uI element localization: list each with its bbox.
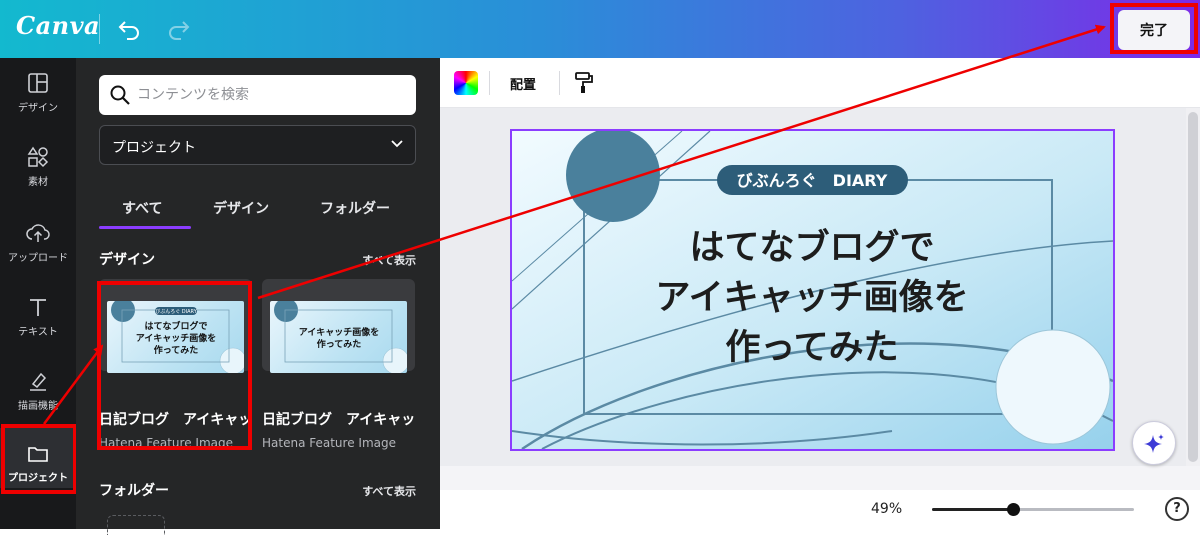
editor-toolbar: 配置 bbox=[440, 58, 1200, 108]
magic-assistant-button[interactable] bbox=[1132, 421, 1176, 465]
rail-item-elements[interactable]: 素材 bbox=[0, 146, 76, 212]
color-swatch-button[interactable] bbox=[454, 71, 478, 95]
thumbnail-art: アイキャッチ画像を 作ってみた bbox=[274, 301, 407, 373]
done-highlight-box bbox=[1110, 3, 1198, 54]
draw-icon bbox=[30, 372, 47, 391]
project-select[interactable]: プロジェクト bbox=[99, 125, 416, 165]
top-bar: Canva 完了 bbox=[0, 0, 1200, 58]
rail-item-uploads[interactable]: アップロード bbox=[0, 222, 76, 288]
sparkle-icon bbox=[1144, 434, 1164, 453]
rail-item-text[interactable]: テキスト bbox=[0, 296, 76, 362]
designs-show-all-link[interactable]: すべて表示 bbox=[362, 252, 416, 268]
arrange-button[interactable]: 配置 bbox=[510, 74, 536, 93]
design-page[interactable]: びぶんろぐ DIARY はてなブログで アイキャッチ画像を 作ってみた bbox=[510, 128, 1115, 451]
design-title-line: アイキャッチ画像を bbox=[655, 278, 968, 318]
design-card-2[interactable]: アイキャッチ画像を 作ってみた bbox=[262, 279, 415, 373]
rail-item-design[interactable]: デザイン bbox=[0, 72, 76, 138]
projects-highlight-box bbox=[1, 424, 77, 494]
tab-all[interactable]: すべて bbox=[122, 198, 162, 218]
upload-icon bbox=[26, 224, 50, 242]
canva-logo[interactable]: Canva bbox=[16, 11, 100, 40]
zoom-slider-fill bbox=[932, 508, 1013, 511]
search-box[interactable] bbox=[99, 75, 416, 115]
undo-icon[interactable] bbox=[117, 16, 143, 42]
search-icon bbox=[110, 85, 130, 105]
design-thumbnail: アイキャッチ画像を 作ってみた bbox=[270, 301, 407, 373]
scrollbar-thumb[interactable] bbox=[1188, 112, 1198, 462]
rail-label: 素材 bbox=[28, 177, 48, 188]
toolbar-divider bbox=[489, 71, 490, 95]
rail-label: テキスト bbox=[18, 327, 58, 338]
thumb-line: アイキャッチ画像を bbox=[299, 326, 380, 338]
zoom-level[interactable]: 49% bbox=[871, 501, 902, 517]
design-title-line: 作ってみた bbox=[725, 328, 898, 368]
chevron-down-icon bbox=[391, 140, 403, 148]
help-button[interactable]: ? bbox=[1165, 497, 1189, 521]
designs-section-title: デザイン bbox=[99, 252, 155, 268]
elements-icon bbox=[27, 146, 49, 168]
paint-roller-icon[interactable] bbox=[574, 71, 594, 95]
rail-label: アップロード bbox=[8, 253, 68, 264]
panel-tabs: すべて デザイン フォルダー bbox=[99, 188, 416, 230]
rail-label: デザイン bbox=[18, 103, 58, 114]
header-divider bbox=[99, 14, 100, 44]
design-card-subtitle: Hatena Feature Image bbox=[262, 436, 396, 450]
vertical-scrollbar[interactable] bbox=[1186, 108, 1200, 466]
design-artwork: びぶんろぐ DIARY はてなブログで アイキャッチ画像を 作ってみた bbox=[511, 128, 1114, 451]
tab-designs[interactable]: デザイン bbox=[213, 198, 269, 218]
folder-placeholder[interactable] bbox=[107, 515, 165, 535]
design-badge-text: びぶんろぐ DIARY bbox=[737, 171, 888, 190]
design-title-line: はてなブログで bbox=[689, 227, 934, 268]
design-card-title[interactable]: 日記ブログ アイキャッチ bbox=[262, 409, 415, 429]
design-card-highlight-box bbox=[97, 281, 252, 450]
editor-footer: 49% ? bbox=[440, 490, 1200, 529]
layout-icon bbox=[28, 73, 48, 93]
select-value: プロジェクト bbox=[112, 140, 196, 156]
thumb-line: 作ってみた bbox=[317, 338, 362, 350]
folders-show-all-link[interactable]: すべて表示 bbox=[362, 483, 416, 499]
toolbar-divider bbox=[559, 71, 560, 95]
folders-section-title: フォルダー bbox=[99, 483, 169, 499]
horizontal-scrollbar[interactable] bbox=[440, 466, 1200, 490]
text-icon bbox=[30, 299, 46, 316]
active-tab-indicator bbox=[99, 226, 191, 229]
redo-icon[interactable] bbox=[165, 16, 191, 42]
zoom-slider-handle[interactable] bbox=[1006, 503, 1020, 516]
tab-folders[interactable]: フォルダー bbox=[320, 198, 390, 218]
rail-label: 描画機能 bbox=[18, 401, 58, 412]
search-input[interactable] bbox=[137, 75, 407, 115]
